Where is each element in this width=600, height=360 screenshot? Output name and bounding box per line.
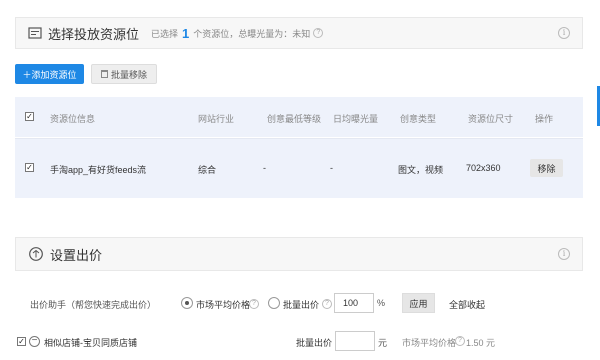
bid-info-icon[interactable]: i xyxy=(558,248,570,260)
batch-bid-input[interactable]: 100 xyxy=(334,293,374,313)
header-creative-type: 创意类型 xyxy=(400,114,437,124)
table-row: ✓ 手淘app_有好货feeds流 综合 - - 图文，视频 702x360 移… xyxy=(15,138,583,198)
selected-suffix: 个资源位，总曝光量为：未知 xyxy=(193,28,311,39)
percent-unit: % xyxy=(377,298,386,308)
select-all-checkbox[interactable]: ✓ xyxy=(25,112,34,121)
header-action: 操作 xyxy=(535,114,554,124)
header-resource-info: 资源位信息 xyxy=(50,114,96,124)
item-bid-input[interactable] xyxy=(335,331,375,351)
item-market-label: 市场平均价格 xyxy=(402,338,457,348)
item-market-value: 1.50 元 xyxy=(466,338,496,348)
batch-bid-option-label: 批量出价 xyxy=(283,300,320,310)
table-header: ✓ 资源位信息 网站行业 创意最低等级 日均曝光量 创意类型 资源位尺寸 操作 xyxy=(15,97,583,137)
item-batch-label: 批量出价 xyxy=(296,338,333,348)
row-size: 702x360 xyxy=(466,163,501,173)
bid-section-title: 设置出价 xyxy=(50,247,103,263)
row-min-level: - xyxy=(263,163,266,173)
resource-table: ✓ 资源位信息 网站行业 创意最低等级 日均曝光量 创意类型 资源位尺寸 操作 … xyxy=(15,97,583,198)
info-icon[interactable]: i xyxy=(558,27,570,39)
header-min-level: 创意最低等级 xyxy=(267,114,322,124)
row-creative-type: 图文，视频 xyxy=(398,165,444,175)
page: 选择投放资源位 已选择 1 个资源位，总曝光量为：未知 ? i ＋添加资源位 批… xyxy=(0,0,600,360)
bid-settings-icon xyxy=(28,246,44,262)
item-checkbox[interactable]: ✓ xyxy=(17,337,26,346)
market-price-radio[interactable] xyxy=(181,297,193,309)
row-remove-button[interactable]: 移除 xyxy=(530,159,563,177)
batch-bid-radio[interactable] xyxy=(268,297,280,309)
selected-count: 1 xyxy=(182,25,190,41)
trash-icon xyxy=(100,70,108,78)
help-icon[interactable]: ? xyxy=(313,28,324,38)
market-price-help-icon[interactable]: ? xyxy=(249,299,259,309)
header-daily-exposure: 日均曝光量 xyxy=(333,114,379,124)
market-price-option-label: 市场平均价格 xyxy=(196,300,251,310)
batch-bid-help-icon[interactable]: ? xyxy=(322,299,332,309)
header-size: 资源位尺寸 xyxy=(468,114,514,124)
batch-remove-button[interactable]: 批量移除 xyxy=(91,64,157,84)
item-unit: 元 xyxy=(378,338,388,348)
collapse-all-link[interactable]: 全部收起 xyxy=(449,298,485,311)
batch-remove-label: 批量移除 xyxy=(110,69,147,80)
row-industry: 综合 xyxy=(198,165,217,175)
row-daily-exposure: - xyxy=(330,163,333,173)
collapse-icon[interactable]: − xyxy=(29,336,40,347)
bid-section-header: 设置出价 i xyxy=(15,237,583,271)
apply-button[interactable]: 应用 xyxy=(402,293,435,313)
selection-summary: 已选择 1 个资源位，总曝光量为：未知 ? xyxy=(151,25,324,41)
bid-helper-label: 出价助手（帮您快速完成出价） xyxy=(30,300,157,310)
item-market-help-icon[interactable]: ? xyxy=(455,336,465,346)
header-industry: 网站行业 xyxy=(198,114,235,124)
resource-section-header: 选择投放资源位 已选择 1 个资源位，总曝光量为：未知 ? i xyxy=(15,17,583,49)
resource-section-title: 选择投放资源位 xyxy=(48,26,140,42)
add-resource-button[interactable]: ＋添加资源位 xyxy=(15,64,84,84)
resource-list-icon xyxy=(28,26,42,40)
item-name: 相似店铺-宝贝同质店铺 xyxy=(44,338,137,348)
selected-prefix: 已选择 xyxy=(151,28,179,39)
row-checkbox[interactable]: ✓ xyxy=(25,163,34,172)
row-resource-name: 手淘app_有好货feeds流 xyxy=(50,165,147,175)
